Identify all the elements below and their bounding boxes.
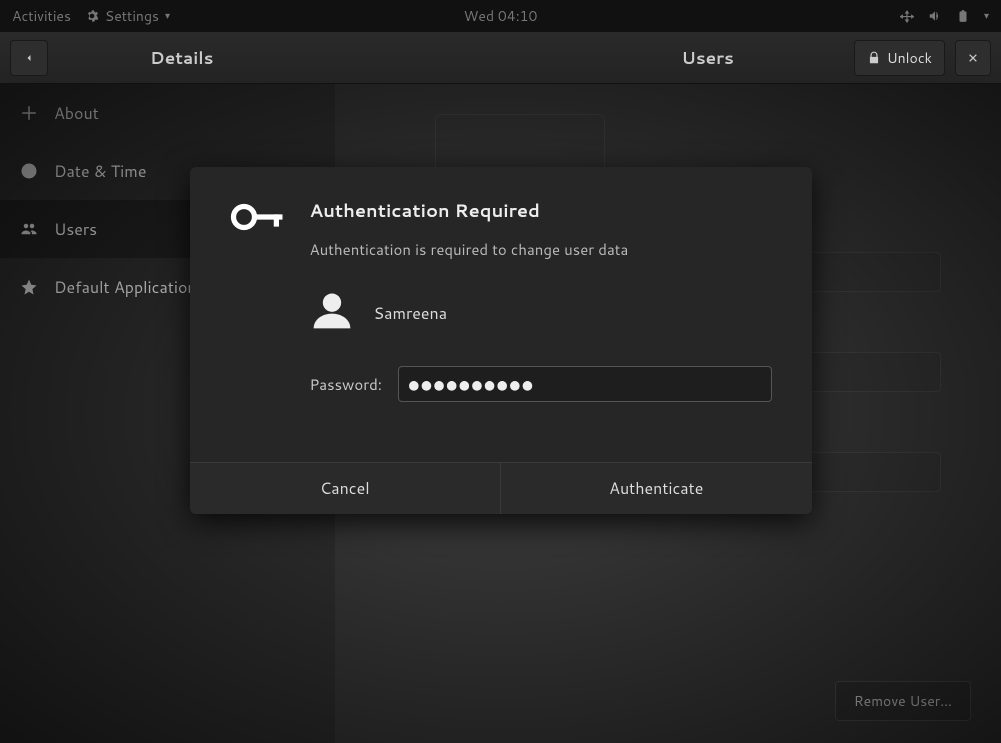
clock[interactable]: Wed 04:10 — [464, 6, 538, 26]
settings-icon — [85, 9, 99, 23]
avatar-icon — [310, 288, 354, 338]
cancel-button[interactable]: Cancel — [190, 463, 501, 514]
key-icon — [230, 197, 286, 402]
authenticate-button[interactable]: Authenticate — [500, 463, 812, 514]
dialog-message: Authentication is required to change use… — [310, 239, 772, 260]
auth-dialog: Authentication Required Authentication i… — [190, 167, 812, 514]
power-icon[interactable] — [956, 9, 970, 23]
cancel-label: Cancel — [320, 477, 370, 500]
authenticate-label: Authenticate — [609, 477, 703, 500]
app-menu-label: Settings — [105, 6, 159, 26]
dialog-title: Authentication Required — [310, 197, 772, 223]
modal-backdrop: Authentication Required Authentication i… — [0, 32, 1001, 743]
dialog-username: Samreena — [374, 302, 448, 325]
activities-button[interactable]: Activities — [12, 6, 71, 26]
chevron-down-icon: ▾ — [165, 9, 170, 23]
app-menu[interactable]: Settings ▾ — [85, 6, 170, 26]
network-icon[interactable] — [900, 9, 914, 23]
password-label: Password: — [310, 374, 382, 395]
top-panel: Activities Settings ▾ Wed 04:10 ▾ — [0, 0, 1001, 32]
chevron-down-icon[interactable]: ▾ — [984, 9, 989, 23]
volume-icon[interactable] — [928, 9, 942, 23]
password-input[interactable] — [398, 366, 772, 402]
